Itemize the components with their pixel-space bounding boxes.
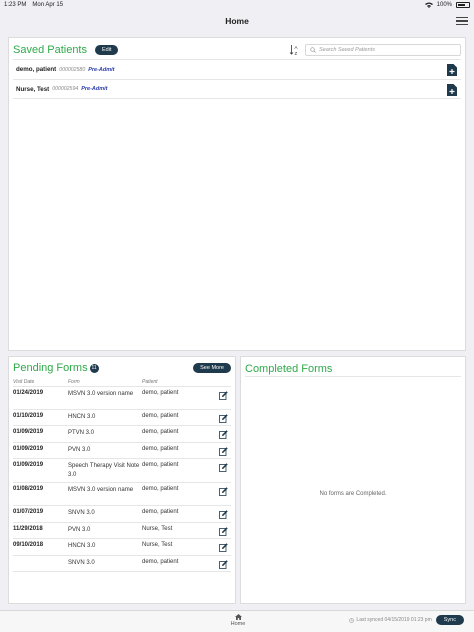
form-row[interactable]: 01/09/2019 PTVN 3.0 demo, patient — [13, 425, 231, 442]
status-date: Mon Apr 15 — [32, 2, 64, 8]
form-visit-date: 01/09/2019 — [13, 462, 44, 468]
status-bar: 1:23 PM Mon Apr 15 100% — [0, 0, 474, 10]
search-icon — [310, 47, 316, 53]
page-title: Home — [225, 16, 249, 26]
edit-icon[interactable] — [219, 510, 228, 519]
pending-count-badge: 11 — [89, 363, 99, 373]
wifi-icon — [424, 2, 433, 8]
completed-forms-title: Completed Forms — [245, 362, 333, 375]
add-form-icon[interactable] — [447, 84, 457, 96]
form-row[interactable]: 01/08/2019 MSVN 3.0 version name demo, p… — [13, 482, 231, 505]
form-patient: demo, patient — [142, 486, 179, 492]
form-visit-date: 01/07/2019 — [13, 509, 44, 515]
tab-home[interactable]: Home — [228, 614, 248, 630]
pending-forms-header: Pending Forms 11 See More — [13, 361, 231, 375]
form-row[interactable]: 01/09/2019 Speech Therapy Visit Note 3.0… — [13, 458, 231, 482]
form-name: HNCN 3.0 — [68, 414, 96, 420]
form-row[interactable]: 11/29/2018 PVN 3.0 Nurse, Test — [13, 522, 231, 538]
form-visit-date: 01/09/2019 — [13, 446, 44, 452]
form-patient: demo, patient — [142, 559, 179, 565]
form-name: PVN 3.0 — [68, 447, 91, 453]
last-synced-text: Last synced 04/15/2019 01:23 pm — [356, 617, 432, 623]
patient-status: Pre-Admit — [81, 86, 108, 92]
form-row[interactable]: 09/10/2018 HNCN 3.0 Nurse, Test — [13, 538, 231, 555]
form-patient: demo, patient — [142, 429, 179, 435]
form-name: SNVN 3.0 — [68, 510, 95, 516]
patient-status: Pre-Admit — [88, 66, 115, 73]
edit-icon[interactable] — [219, 463, 228, 472]
form-name: PVN 3.0 — [68, 527, 91, 533]
form-visit-date: 01/08/2019 — [13, 486, 44, 492]
column-header-visit-date: Visit Date — [13, 379, 35, 385]
form-patient: demo, patient — [142, 413, 179, 419]
form-patient: Nurse, Test — [142, 542, 173, 548]
search-box — [305, 44, 461, 56]
saved-patients-panel: Saved Patients Edit A Z demo, patient 00… — [8, 37, 466, 351]
saved-patients-title: Saved Patients — [13, 44, 87, 56]
form-visit-date: 09/10/2018 — [13, 542, 44, 548]
sync-button[interactable]: Sync — [435, 615, 464, 625]
form-visit-date: 11/29/2018 — [13, 526, 43, 532]
patient-id: 000002580 — [59, 66, 86, 73]
form-visit-date: 01/09/2019 — [13, 429, 44, 435]
edit-icon[interactable] — [219, 543, 228, 552]
edit-button[interactable]: Edit — [95, 45, 119, 55]
patient-name: demo, patient — [16, 66, 57, 73]
last-synced: Last synced 04/15/2019 01:23 pm — [349, 617, 432, 623]
form-visit-date: 01/24/2019 — [13, 390, 44, 396]
form-patient: Nurse, Test — [142, 526, 173, 532]
edit-icon[interactable] — [219, 560, 228, 569]
svg-text:Z: Z — [295, 51, 298, 56]
search-input[interactable] — [319, 47, 459, 53]
form-patient: demo, patient — [142, 446, 179, 452]
column-header-form: Form — [68, 379, 80, 385]
form-name: PTVN 3.0 — [68, 430, 95, 436]
form-name: SNVN 3.0 — [68, 560, 95, 566]
battery-icon — [456, 2, 470, 8]
nav-bar: Home — [0, 10, 474, 32]
form-patient: demo, patient — [142, 390, 179, 396]
column-header-patient: Patient — [142, 379, 158, 385]
patient-id: 000002594 — [52, 86, 79, 92]
completed-forms-panel: Completed Forms No forms are Completed. — [240, 356, 466, 604]
patient-name: Nurse, Test — [16, 85, 50, 93]
sync-area: Last synced 04/15/2019 01:23 pm Sync — [349, 615, 464, 625]
edit-icon[interactable] — [219, 414, 228, 423]
sort-alpha-icon[interactable]: A Z — [289, 44, 301, 56]
saved-patients-header: Saved Patients Edit A Z — [13, 42, 461, 58]
edit-icon[interactable] — [219, 430, 228, 439]
edit-icon[interactable] — [219, 487, 228, 496]
patient-row[interactable]: demo, patient 000002580 Pre-Admit — [13, 59, 461, 79]
form-name: MSVN 3.0 version name — [68, 391, 134, 397]
status-time: 1:23 PM — [4, 2, 27, 8]
battery-percent: 100% — [436, 2, 452, 8]
edit-icon[interactable] — [219, 447, 228, 456]
form-visit-date: 01/10/2019 — [13, 413, 44, 419]
completed-forms-header: Completed Forms — [245, 361, 461, 377]
svg-text:A: A — [295, 45, 298, 50]
see-more-button[interactable]: See More — [193, 363, 231, 373]
hamburger-menu-icon[interactable] — [456, 15, 468, 27]
form-name: MSVN 3.0 version name — [68, 487, 134, 493]
home-icon — [234, 614, 242, 620]
form-row[interactable]: 01/24/2019 MSVN 3.0 version name demo, p… — [13, 386, 231, 409]
form-row[interactable]: 01/10/2019 HNCN 3.0 demo, patient — [13, 409, 231, 425]
pending-forms-title: Pending Forms — [13, 362, 88, 374]
form-patient: demo, patient — [142, 462, 179, 468]
clock-icon — [349, 617, 355, 623]
form-patient: demo, patient — [142, 509, 179, 515]
completed-empty-message: No forms are Completed. — [319, 491, 387, 497]
edit-icon[interactable] — [219, 527, 228, 536]
form-name: HNCN 3.0 — [68, 543, 96, 549]
form-name: Speech Therapy Visit Note 3.0 — [68, 463, 140, 478]
tab-bar: Home Last synced 04/15/2019 01:23 pm Syn… — [0, 610, 474, 632]
tab-home-label: Home — [230, 621, 246, 627]
patient-row[interactable]: Nurse, Test 000002594 Pre-Admit — [13, 79, 461, 99]
form-row[interactable]: 01/09/2019 PVN 3.0 demo, patient — [13, 442, 231, 458]
form-row[interactable]: SNVN 3.0 demo, patient — [13, 555, 231, 572]
edit-icon[interactable] — [219, 391, 228, 400]
add-form-icon[interactable] — [447, 64, 457, 76]
form-row[interactable]: 01/07/2019 SNVN 3.0 demo, patient — [13, 505, 231, 522]
pending-forms-panel: Pending Forms 11 See More Visit Date For… — [8, 356, 236, 604]
